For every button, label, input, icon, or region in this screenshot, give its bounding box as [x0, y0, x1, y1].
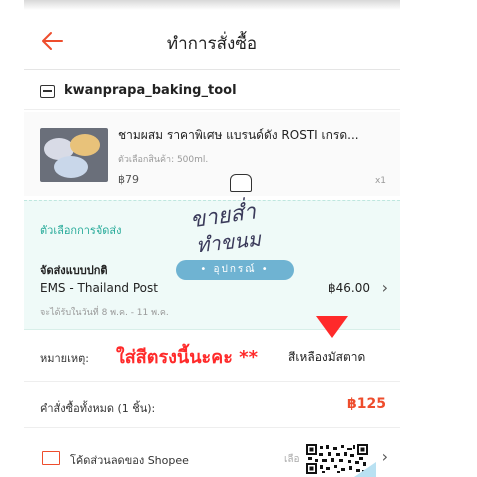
- status-bar-shadow: [24, 0, 400, 10]
- chef-hat-icon: [230, 174, 252, 192]
- chevron-right-icon[interactable]: ›: [382, 447, 388, 466]
- shipping-carrier: EMS - Thailand Post: [40, 281, 158, 295]
- shop-row[interactable]: kwanprapa_baking_tool: [24, 74, 400, 110]
- product-variant: ตัวเลือกสินค้า: 500ml.: [118, 155, 209, 165]
- shipping-method: จัดส่งแบบปกติ: [40, 264, 108, 277]
- voucher-icon: [42, 451, 60, 465]
- note-annotation: ใส่สีตรงนี้นะคะ **: [116, 347, 258, 368]
- app-header: ทำการสั่งซื้อ: [24, 14, 400, 70]
- order-total-row: คำสั่งซื้อทั้งหมด (1 ชิ้น): ฿125: [24, 384, 400, 428]
- product-name: ชามผสม ราคาพิเศษ แบรนด์ดัง ROSTI เกรด...: [118, 128, 359, 142]
- note-label: หมายเหตุ:: [40, 352, 89, 365]
- total-label: คำสั่งซื้อทั้งหมด (1 ชิ้น):: [40, 402, 156, 415]
- corner-decoration: [354, 462, 376, 477]
- watermark-logo: ขายส่ำ ทำขนม • อุปกรณ์ •: [150, 174, 300, 284]
- arrow-down-icon: [316, 316, 348, 338]
- shop-name: kwanprapa_baking_tool: [64, 83, 237, 98]
- watermark-pill: • อุปกรณ์ •: [176, 260, 294, 280]
- store-icon: [40, 85, 55, 98]
- shipping-price: ฿46.00: [328, 281, 370, 295]
- product-quantity: x1: [374, 176, 386, 186]
- page-title: ทำการสั่งซื้อ: [166, 34, 258, 54]
- note-input[interactable]: สีเหลืองมัสตาด: [288, 348, 365, 367]
- product-price: ฿79: [118, 173, 139, 186]
- watermark-line2: ทำขนม: [194, 226, 263, 258]
- chevron-right-icon[interactable]: ›: [382, 278, 388, 297]
- shipping-header: ตัวเลือกการจัดส่ง: [40, 224, 122, 237]
- product-thumbnail: [40, 128, 108, 182]
- shipping-eta: จะได้รับในวันที่ 8 พ.ค. - 11 พ.ค.: [40, 308, 169, 318]
- voucher-label: โค้ดส่วนลดของ Shopee: [70, 454, 189, 467]
- total-price: ฿125: [347, 396, 386, 412]
- voucher-select-text: เลือ: [284, 454, 300, 465]
